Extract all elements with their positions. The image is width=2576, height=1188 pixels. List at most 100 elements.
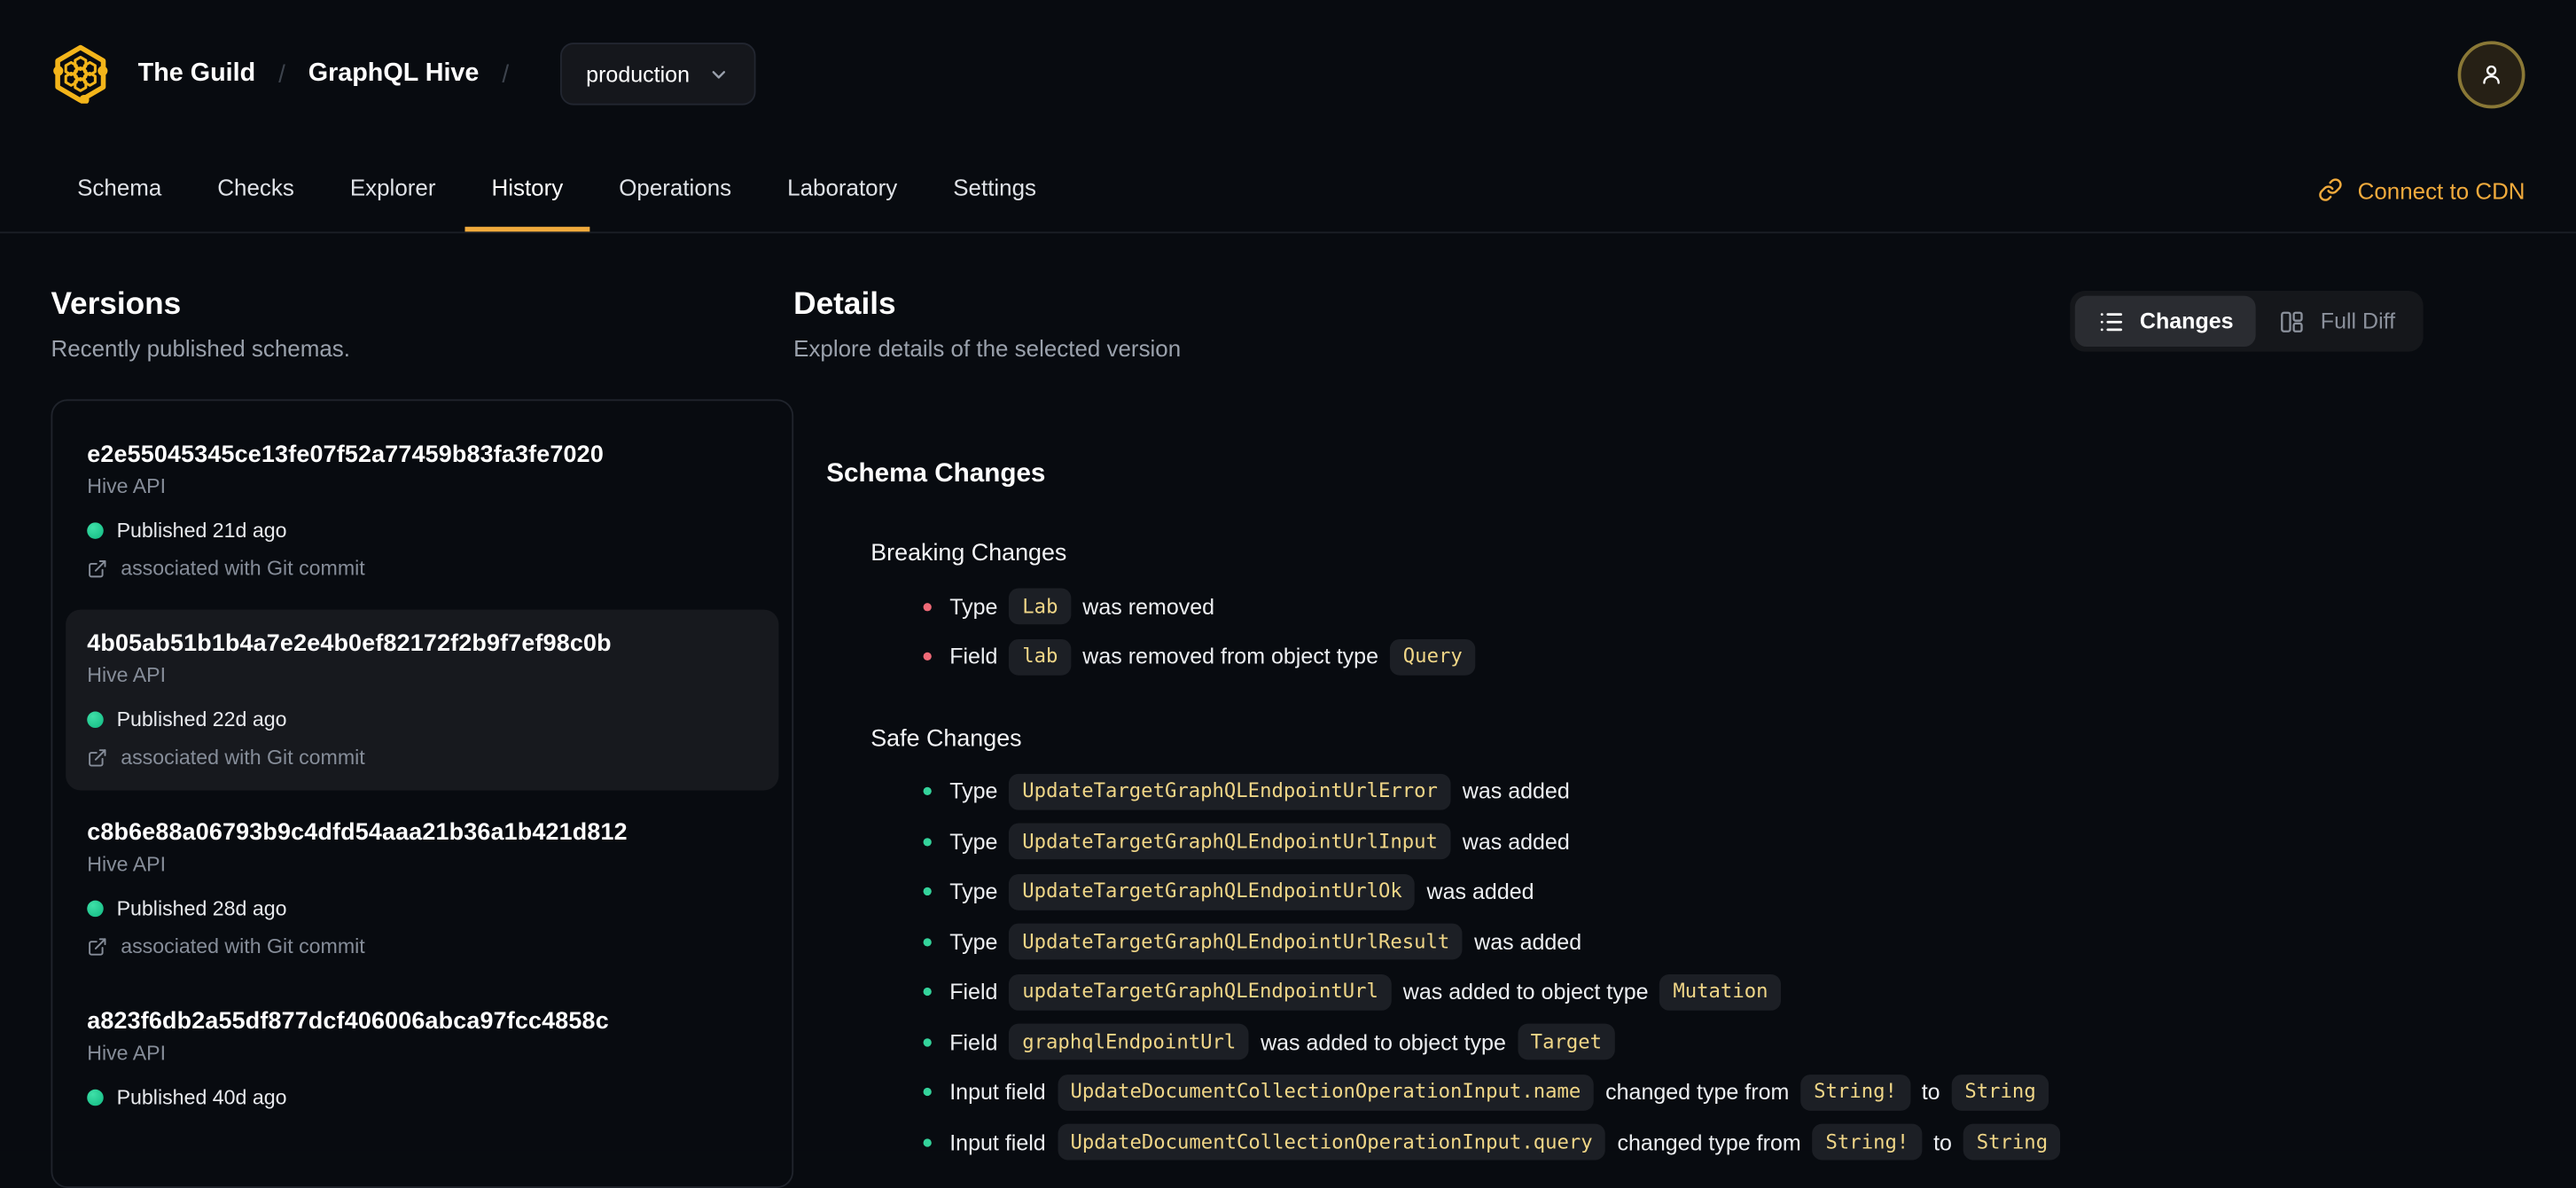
tab-bar: Schema Checks Explorer History Operations Lab… [0, 148, 2576, 234]
git-commit-label: associated with Git commit [121, 746, 365, 770]
code-chip: Mutation [1659, 973, 1782, 1010]
bullet-dot [923, 987, 932, 997]
main-content: Versions Recently published schemas. e2e… [0, 233, 2576, 1188]
change-text: was added to object type [1261, 1029, 1506, 1054]
version-item[interactable]: e2e55045345ce13fe07f52a77459b83fa3fe7020… [66, 420, 778, 601]
change-text: was added [1462, 828, 1570, 854]
breadcrumb-org[interactable]: The Guild [138, 59, 255, 89]
view-toggle: Changes Full Diff [2071, 291, 2424, 352]
tab-explorer[interactable]: Explorer [324, 148, 462, 232]
code-chip: lab [1009, 638, 1072, 675]
change-text: Field [949, 644, 998, 669]
change-row: Type Lab was removed [826, 588, 2423, 625]
git-commit-link[interactable]: associated with Git commit [87, 746, 757, 769]
published-status-dot [87, 711, 104, 729]
change-text: Input field [949, 1079, 1046, 1105]
version-service: Hive API [87, 1042, 167, 1065]
version-service: Hive API [87, 474, 167, 498]
app-header: The Guild / GraphQL Hive / production [0, 0, 2576, 148]
tab-operations[interactable]: Operations [593, 148, 758, 232]
change-row: Field updateTargetGraphQLEndpointUrl was a… [826, 973, 2423, 1010]
version-item[interactable]: 4b05ab51b1b4a7e2e4b0ef82172f2b9f7ef98c0b… [66, 609, 779, 791]
change-text: to [1921, 1079, 1940, 1105]
version-hash: e2e55045345ce13fe07f52a77459b83fa3fe7020 [87, 442, 604, 469]
change-text: Type [949, 929, 998, 954]
full-diff-view-button[interactable]: Full Diff [2257, 296, 2419, 347]
details-subtitle: Explore details of the selected version [793, 335, 1182, 362]
hive-logo-icon[interactable] [51, 44, 110, 104]
change-row: Type UpdateTargetGraphQLEndpointUrlInput w… [826, 823, 2423, 860]
connect-to-cdn-label: Connect to CDN [2357, 176, 2525, 203]
tab-laboratory[interactable]: Laboratory [761, 148, 924, 232]
bullet-dot [923, 1037, 932, 1046]
external-link-icon [89, 748, 106, 767]
bullet-dot [923, 1087, 932, 1097]
version-item[interactable]: c8b6e88a06793b9c4dfd54aaa21b36a1b421d812… [66, 799, 778, 980]
code-chip: Query [1389, 638, 1476, 675]
code-chip: String! [1812, 1123, 1923, 1161]
published-label: Published 21d ago [116, 519, 287, 543]
full-diff-view-label: Full Diff [2320, 309, 2396, 334]
tab-settings[interactable]: Settings [927, 148, 1063, 232]
change-text: Type [949, 778, 998, 804]
version-published: Published 28d ago [87, 897, 757, 920]
version-list: e2e55045345ce13fe07f52a77459b83fa3fe7020… [51, 399, 794, 1188]
tab-checks[interactable]: Checks [191, 148, 321, 232]
change-row: Type UpdateTargetGraphQLEndpointUrlOk was … [826, 873, 2423, 910]
changes-view-label: Changes [2139, 309, 2234, 334]
tab-history[interactable]: History [464, 148, 589, 232]
code-chip: UpdateTargetGraphQLEndpointUrlInput [1009, 823, 1451, 860]
change-text: was added to object type [1402, 979, 1649, 1004]
code-chip: UpdateDocumentCollectionOperationInput.q… [1057, 1123, 1606, 1161]
git-commit-link[interactable]: associated with Git commit [87, 557, 757, 580]
breadcrumb-separator: / [502, 59, 510, 89]
version-published: Published 40d ago [87, 1086, 757, 1109]
details-panel: Details Explore details of the selected … [793, 233, 2525, 1174]
code-chip: Target [1517, 1023, 1615, 1060]
change-text: Type [949, 593, 998, 619]
details-header: Details Explore details of the selected … [793, 233, 2424, 362]
version-service: Hive API [87, 852, 167, 876]
version-hash: 4b05ab51b1b4a7e2e4b0ef82172f2b9f7ef98c0b [87, 630, 612, 658]
columns-icon [2281, 310, 2304, 332]
tab-schema[interactable]: Schema [51, 148, 187, 232]
published-label: Published 22d ago [116, 707, 287, 731]
published-label: Published 28d ago [116, 896, 287, 920]
published-label: Published 40d ago [116, 1086, 287, 1109]
code-chip: UpdateDocumentCollectionOperationInput.n… [1057, 1074, 1595, 1110]
change-row: Input field UpdateDocumentCollectionOpera… [826, 1123, 2423, 1161]
target-selector-dropdown[interactable]: production [559, 43, 756, 106]
breaking-changes-list: Type Lab was removed Field lab was removed fr… [826, 588, 2423, 675]
bullet-dot [923, 652, 932, 661]
breaking-changes-title: Breaking Changes [870, 540, 1067, 567]
user-avatar-button[interactable] [2457, 40, 2525, 108]
user-icon [2483, 64, 2500, 83]
external-link-icon [89, 937, 106, 956]
external-link-icon [89, 559, 106, 577]
tab-group: Schema Checks Explorer History Operations Lab… [51, 148, 1062, 232]
git-commit-label: associated with Git commit [121, 934, 365, 958]
version-hash: a823f6db2a55df877dcf406006abca97fcc4858c [87, 1008, 609, 1036]
bullet-dot [923, 1137, 932, 1146]
version-hash: c8b6e88a06793b9c4dfd54aaa21b36a1b421d812 [87, 819, 628, 847]
link-icon [2319, 178, 2342, 201]
list-icon [2101, 312, 2123, 331]
breadcrumb-project[interactable]: GraphQL Hive [308, 59, 480, 89]
code-chip: updateTargetGraphQLEndpointUrl [1009, 973, 1392, 1010]
versions-subtitle: Recently published schemas. [51, 335, 350, 362]
git-commit-link[interactable]: associated with Git commit [87, 934, 757, 958]
connect-to-cdn-button[interactable]: Connect to CDN [2318, 148, 2525, 232]
change-text: Field [949, 979, 998, 1004]
version-published: Published 21d ago [87, 520, 757, 543]
code-chip: String! [1800, 1074, 1910, 1110]
change-text: was added [1426, 879, 1534, 904]
code-chip: graphqlEndpointUrl [1009, 1023, 1250, 1060]
schema-changes-section: Schema Changes Breaking Changes Type Lab w… [826, 460, 2423, 1161]
version-published: Published 22d ago [87, 708, 757, 731]
version-item[interactable]: a823f6db2a55df877dcf406006abca97fcc4858c… [66, 988, 778, 1130]
change-text: was added [1474, 929, 1582, 954]
chevron-down-icon [712, 70, 725, 78]
code-chip: UpdateTargetGraphQLEndpointUrlResult [1009, 923, 1464, 960]
changes-view-button[interactable]: Changes [2075, 295, 2257, 348]
change-row: Input field UpdateDocumentCollectionOpera… [826, 1074, 2423, 1110]
